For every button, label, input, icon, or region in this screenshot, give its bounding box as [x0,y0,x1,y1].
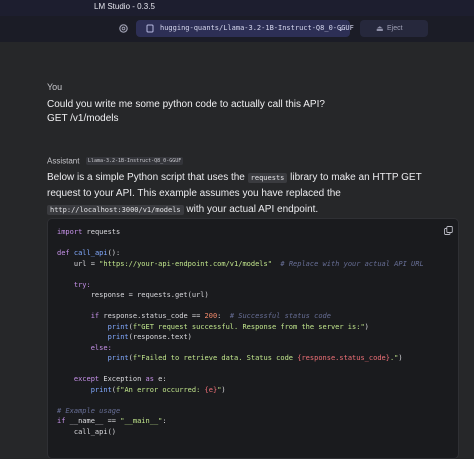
code-function: print [107,354,129,362]
code-comment: # Successful status code [229,312,331,320]
code-function: print [107,322,129,331]
code-text: : [162,417,167,425]
eject-label: Eject [387,25,403,32]
title-bar: LM Studio - 0.3.5 [0,0,474,16]
copy-icon[interactable] [444,226,453,235]
user-message-line: Could you write me some python code to a… [47,99,325,110]
user-message[interactable]: Could you write me some python code to a… [47,98,325,126]
app-title: LM Studio - 0.3.5 [94,2,155,11]
code-keyword: def [57,249,70,257]
code-placeholder: {e} [204,385,218,394]
code-function: print [107,333,129,341]
code-text: Exception [99,375,146,383]
code-string: f"GET request successful. Response from … [132,322,365,331]
code-text: __name__ == [65,417,121,425]
model-icon [146,24,154,33]
code-text: (response.text) [128,333,192,341]
model-selector[interactable]: hugging-quants/Llama-3.2-1B-Instruct-Q8_… [136,20,354,37]
code-function: print [90,385,112,394]
para-text: Below is a simple Python script that use… [47,172,245,183]
code-keyword: as [145,375,154,383]
code-number: 200 [204,312,218,320]
code-block: import requests def call_api(): url = "h… [47,218,459,459]
code-string: "__main__" [120,417,163,425]
code-comment: # Example usage [57,406,121,415]
code-text: requests [86,228,121,236]
code-string: f"Failed to retrieve data. Status code [132,354,298,362]
inline-code: http://localhost:3000/v1/models [47,205,184,215]
assistant-role-label: Assistant [47,156,80,166]
eject-button[interactable]: ⏏ Eject [360,20,428,37]
code-text: call_api() [73,427,117,436]
eject-icon: ⏏ [376,24,384,33]
model-name: hugging-quants/Llama-3.2-1B-Instruct-Q8_… [160,24,354,32]
code-function: call_api [73,249,108,257]
para-text: with your actual API endpoint. [183,204,319,215]
chevron-down-icon: ⌄ [337,24,344,33]
code-text: (): [107,249,121,257]
code-keyword: import [57,228,83,236]
code-string: " [217,385,222,394]
code-content: import requests def call_api(): url = "h… [57,228,424,436]
code-comment: # Replace with your actual API URL [280,259,424,268]
code-keyword: try: [73,280,91,289]
user-role-label: You [47,82,63,92]
code-string: ." [389,354,399,362]
code-text: e: [153,375,167,383]
code-keyword: if [90,312,100,320]
code-placeholder: {response.status_code} [297,354,390,362]
assistant-paragraph: Below is a simple Python script that use… [47,170,437,218]
assistant-model-tag: Llama-3.2-1B-Instruct-Q8_0-GGUF [85,156,184,165]
code-text: response = requests.get(url) [90,291,209,299]
inline-code: requests [247,173,288,183]
code-string: f"An error occurred: [116,385,205,394]
code-keyword: except [73,375,100,383]
code-string: "https://your-api-endpoint.com/v1/models… [99,259,272,268]
code-text: url = [73,259,100,268]
assistant-header: Assistant Llama-3.2-1B-Instruct-Q8_0-GGU… [47,152,184,166]
user-message-line: GET /v1/models [47,113,119,124]
code-keyword: else: [90,343,112,352]
code-text: response.status_code == [99,312,205,320]
code-text: : [217,312,222,320]
gear-icon[interactable] [118,23,129,34]
